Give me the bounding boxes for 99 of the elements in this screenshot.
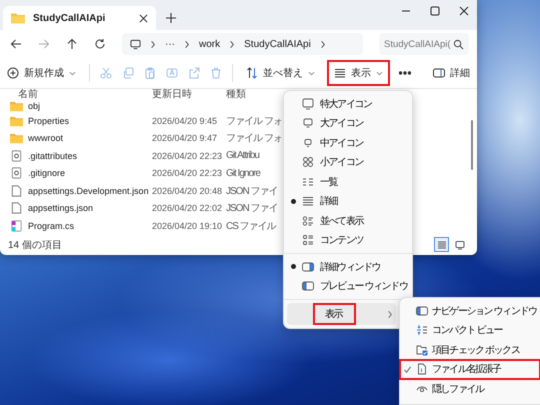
search-field[interactable]: StudyCallAIApi(: [379, 33, 469, 55]
details-icon: [302, 195, 314, 208]
details-icon: [334, 67, 346, 79]
list-icon: [302, 176, 314, 188]
address-bar[interactable]: ··· work StudyCallAIApi: [122, 33, 363, 55]
monitor-icon: [130, 38, 141, 50]
chevron-icon: [387, 310, 393, 318]
modified-date: 2026/04/20 9:47: [152, 133, 218, 144]
column-header[interactable]: 名前: [18, 89, 152, 100]
menu-item[interactable]: コンテンツ: [287, 230, 409, 250]
menu-item[interactable]: 大アイコン: [287, 114, 409, 133]
refresh-icon[interactable]: [94, 38, 106, 50]
file-name[interactable]: Program.cs: [28, 220, 74, 231]
file-name[interactable]: appsettings.json: [28, 203, 94, 214]
details-view-button[interactable]: [434, 237, 449, 252]
file-type: Git Attribu: [226, 150, 259, 162]
menu-item[interactable]: ファイル名拡張子: [400, 360, 540, 379]
more-icon[interactable]: [399, 71, 411, 75]
chevron-icon: [320, 40, 326, 48]
sort-arrows-icon: [246, 67, 258, 79]
chevron-down-icon: [308, 70, 315, 76]
menu-item[interactable]: 特大アイコン: [287, 94, 409, 114]
modified-date: 2026/04/20 20:48: [152, 186, 224, 196]
details-icon: [436, 240, 446, 250]
modified-date: 2026/04/20 9:45: [152, 116, 218, 126]
compact-view-icon: [416, 324, 428, 336]
menu-item[interactable]: コンパクト ビュー: [400, 320, 540, 340]
new-tab-icon[interactable]: [166, 13, 176, 23]
maximize-icon[interactable]: [430, 6, 440, 16]
chevron-down-icon: [69, 70, 76, 76]
menu-item[interactable]: 小アイコン: [287, 152, 409, 172]
chevron-icon: [229, 40, 236, 48]
pane-icon: [433, 67, 445, 79]
breadcrumb[interactable]: work: [199, 38, 220, 50]
new-button[interactable]: 新規作成: [4, 61, 79, 85]
view-button[interactable]: 表示: [328, 61, 389, 85]
pane-icon: [416, 304, 428, 317]
file-type: CS ファイル: [226, 220, 276, 233]
pane-icon: [302, 260, 314, 273]
modified-date: 2026/04/20 22:23: [152, 150, 224, 161]
window-tab[interactable]: StudyCallAIApi: [3, 6, 156, 30]
menu-item[interactable]: 詳細: [287, 192, 409, 211]
item-count: 14 個の項目: [8, 238, 62, 252]
submenu-item[interactable]: 表示: [287, 303, 396, 325]
folder-icon: [10, 100, 23, 112]
pane-icon: [302, 280, 314, 292]
menu-item[interactable]: 項目チェック ボックス: [400, 340, 540, 360]
monitor-icon: [302, 136, 314, 149]
scrollbar[interactable]: [471, 120, 473, 170]
menu-item[interactable]: 並べて表示: [287, 211, 409, 230]
monitor-icon: [302, 98, 314, 110]
details-pane-button[interactable]: 詳細: [430, 61, 473, 85]
plus-circle-icon: [7, 67, 19, 79]
breadcrumb[interactable]: ···: [165, 38, 175, 50]
column-header[interactable]: 種類: [226, 89, 246, 100]
up-arrow-icon[interactable]: [66, 38, 78, 50]
file-type: ファイル フォ: [226, 114, 282, 128]
document-icon: [10, 184, 23, 197]
menu-item[interactable]: 詳細ウィンドウ: [287, 257, 409, 276]
breadcrumb[interactable]: StudyCallAIApi: [244, 38, 311, 50]
column-header[interactable]: 更新日時: [152, 89, 226, 100]
content-icon: [302, 234, 314, 246]
modified-date: 2026/04/20 22:23: [152, 168, 224, 178]
modified-date: 2026/04/20 22:02: [152, 203, 224, 214]
settings-file-icon: [10, 150, 23, 162]
sort-button[interactable]: 並べ替え: [243, 61, 318, 85]
file-type: ファイル フォ: [226, 132, 282, 146]
folder-checkbox-icon: [416, 344, 428, 356]
close-icon[interactable]: [459, 6, 469, 16]
menu-item[interactable]: 一覧: [287, 172, 409, 192]
file-type: Git Ignore: [226, 168, 260, 179]
close-icon[interactable]: [139, 14, 148, 22]
file-icon: [416, 363, 428, 376]
file-name[interactable]: Properties: [28, 116, 70, 126]
chevron-down-icon: [376, 70, 383, 76]
file-name[interactable]: wwwroot: [28, 133, 64, 144]
chevron-icon: [184, 40, 190, 48]
menu-item[interactable]: プレビュー ウィンドウ: [287, 276, 409, 296]
file-name[interactable]: obj: [28, 101, 40, 111]
chevron-icon: [150, 40, 156, 48]
file-type: JSON ファイ: [226, 202, 278, 216]
folder-icon: [10, 114, 23, 127]
back-arrow-icon[interactable]: [10, 38, 22, 50]
code-file-icon: [10, 220, 23, 232]
folder-icon: [10, 132, 23, 144]
file-name[interactable]: appsettings.Development.json: [28, 186, 149, 196]
monitor-icon: [302, 117, 314, 130]
search-icon: [453, 38, 464, 50]
file-type: JSON ファイ: [226, 184, 278, 198]
menu-item[interactable]: 隠しファイル: [400, 379, 540, 398]
modified-date: 2026/04/20 19:10: [152, 220, 224, 231]
grid-icon: [302, 156, 314, 168]
document-icon: [10, 202, 23, 214]
menu-item[interactable]: 中アイコン: [287, 133, 409, 152]
folder-icon: [11, 12, 25, 24]
settings-file-icon: [10, 167, 23, 180]
menu-item[interactable]: ナビゲーション ウィンドウ: [400, 301, 540, 320]
file-name[interactable]: .gitattributes: [28, 150, 78, 161]
file-name[interactable]: .gitignore: [28, 168, 66, 178]
